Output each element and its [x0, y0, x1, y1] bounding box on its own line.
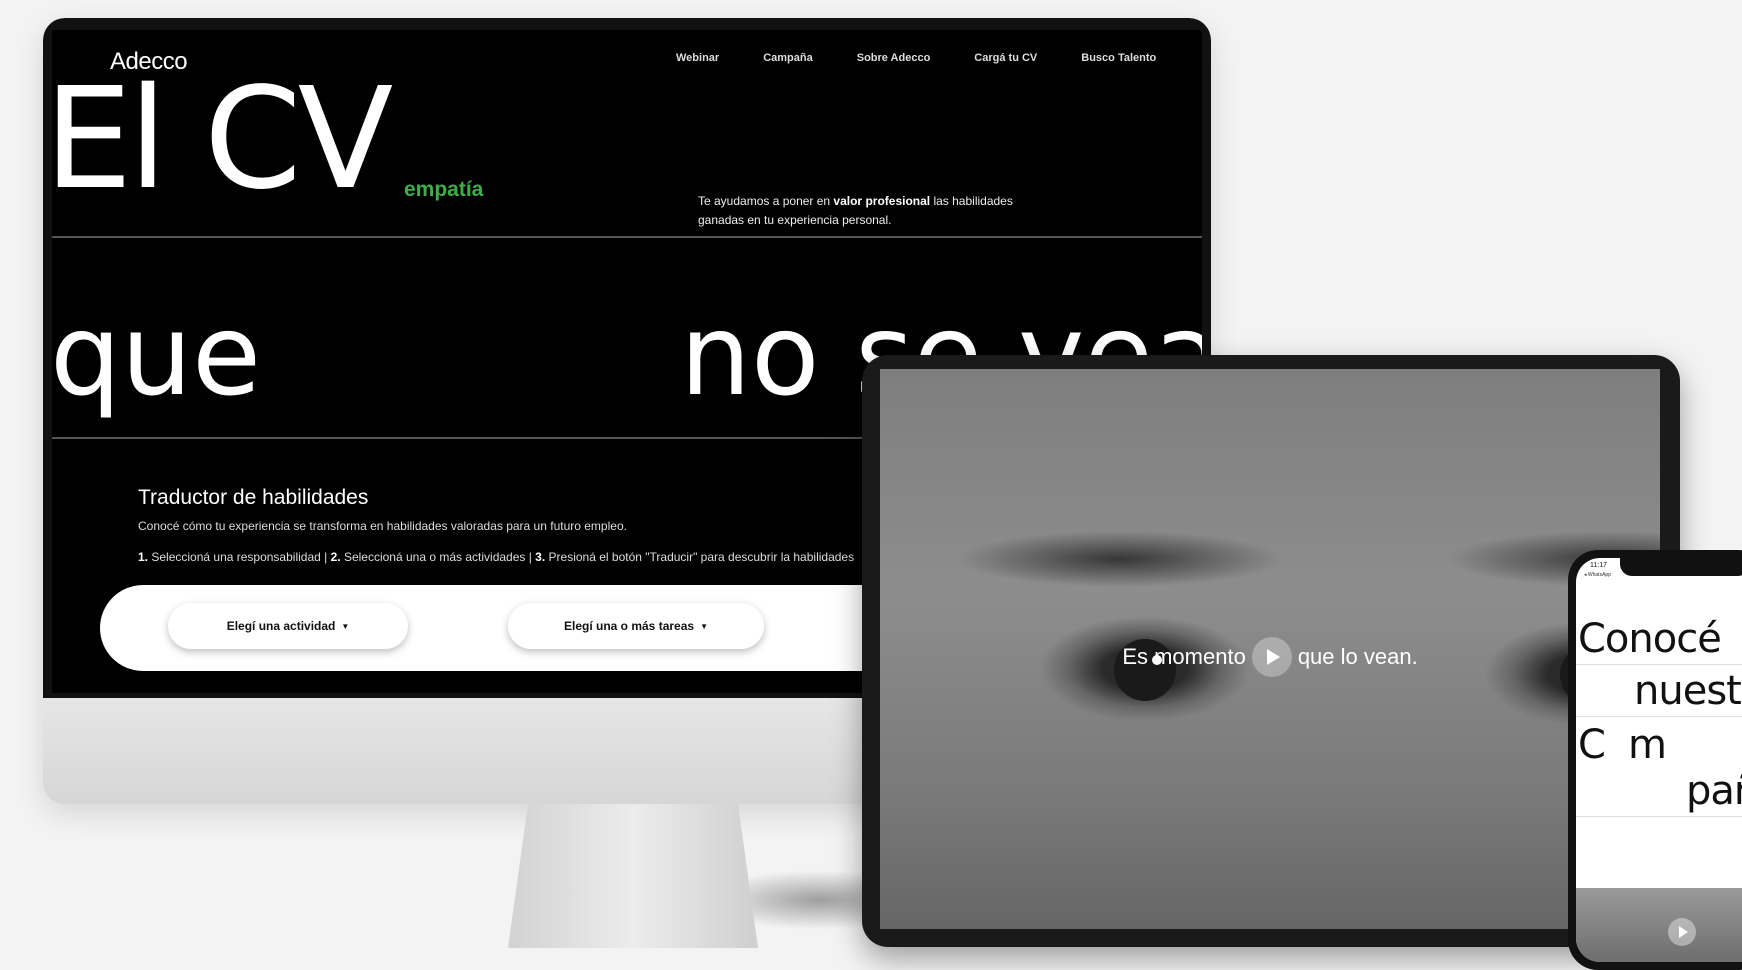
caption-left: Es momento: [1122, 644, 1246, 669]
nav-webinar[interactable]: Webinar: [676, 52, 719, 64]
play-icon[interactable]: [1251, 637, 1292, 677]
phone-video-thumbnail[interactable]: [1576, 888, 1742, 962]
translator-steps: 1. Seleccioná una responsabilidad | 2. S…: [138, 550, 855, 564]
activity-dropdown-label: Elegí una actividad: [226, 619, 336, 633]
video-player[interactable]: Es momento que lo vean.: [880, 369, 1660, 929]
nav-busco-talento[interactable]: Busco Talento: [1081, 52, 1156, 64]
tasks-dropdown[interactable]: Elegí una o más tareas ▼: [508, 603, 764, 649]
status-back-app[interactable]: ◂ WhatsApp: [1584, 572, 1611, 578]
monitor-stand: [508, 804, 758, 948]
phone-text-nuestra: nuestr: [1634, 668, 1742, 714]
divider: [1576, 716, 1742, 717]
nav-campana[interactable]: Campaña: [763, 52, 813, 64]
phone-screen: 11:17 ◂ WhatsApp Conocé nuestr C m pañ: [1576, 558, 1742, 962]
phone-text-conoce: Conocé: [1578, 616, 1722, 662]
phone-notch: [1620, 558, 1742, 576]
top-nav: Webinar Campaña Sobre Adecco Cargá tu CV…: [676, 52, 1156, 64]
hero-title-que: que: [52, 291, 261, 421]
phone-device: 11:17 ◂ WhatsApp Conocé nuestr C m pañ: [1568, 550, 1742, 970]
hero-title-el-cv: El CV: [52, 58, 393, 221]
hero-accent-word: empatía: [404, 178, 484, 201]
divider: [1576, 816, 1742, 817]
phone-text-c: C: [1578, 722, 1606, 768]
divider: [52, 236, 1202, 238]
caption-right: que lo vean.: [1297, 644, 1418, 669]
phone-text-m: m: [1628, 722, 1667, 768]
activity-dropdown[interactable]: Elegí una actividad ▼: [168, 603, 408, 649]
play-icon[interactable]: [1668, 918, 1696, 946]
translator-title: Traductor de habilidades: [138, 486, 369, 509]
status-time: 11:17: [1590, 562, 1607, 569]
chevron-down-icon: ▼: [341, 621, 350, 631]
nav-sobre-adecco[interactable]: Sobre Adecco: [857, 52, 931, 64]
phone-text-pan: pañ: [1686, 768, 1742, 814]
video-caption: Es momento que lo vean.: [880, 637, 1660, 677]
tablet-device: Es momento que lo vean.: [862, 355, 1680, 947]
tasks-dropdown-label: Elegí una o más tareas: [564, 619, 695, 633]
nav-carga-cv[interactable]: Cargá tu CV: [974, 52, 1037, 64]
divider: [1576, 664, 1742, 665]
chevron-down-icon: ▼: [700, 621, 708, 631]
translator-subtitle: Conocé cómo tu experiencia se transforma…: [138, 519, 627, 533]
hero-description: Te ayudamos a poner en valor profesional…: [698, 194, 1013, 227]
